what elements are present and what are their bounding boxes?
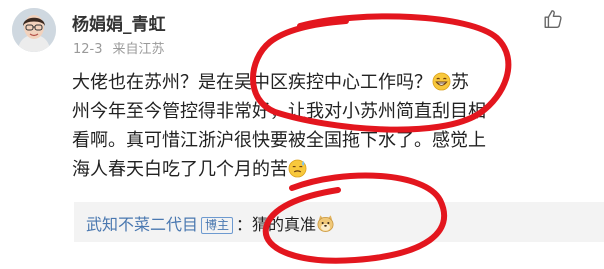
reply-text: 猜的真准	[252, 215, 317, 234]
comment-line-1: 大佬也在苏州？是在吴中区疾控中心工作吗？ 苏	[72, 72, 469, 93]
comment-date: 12-3	[73, 42, 103, 57]
comment-source: 来自江苏	[112, 42, 165, 57]
grin-emoji-icon	[432, 72, 451, 91]
comment-line-4: 海人春天白吃了几个月的苦	[72, 155, 582, 184]
like-icon[interactable]	[542, 8, 564, 30]
avatar-photo	[12, 8, 56, 52]
avatar[interactable]	[12, 8, 56, 52]
author-badge: 博主	[201, 217, 234, 234]
reply-author[interactable]: 武知不菜二代目	[86, 215, 198, 234]
comment-card: 杨娟娟_青虹 12-3 来自江苏 大佬也在苏州？是在吴中区疾控中心工作吗？ 苏 州…	[0, 0, 604, 269]
comment-line-3: 看啊。真可惜江浙沪很快要被全国拖下水了。感觉上	[72, 130, 486, 151]
comment-line-2: 州今年至今管控得非常好，让我对小苏州简直刮目相	[72, 101, 486, 122]
doge-emoji-icon	[317, 215, 334, 232]
username[interactable]: 杨娟娟_青虹	[72, 10, 166, 35]
reply-line: 武知不菜二代目 博主 ：猜的真准	[86, 211, 335, 235]
comment-text: 大佬也在苏州？是在吴中区疾控中心工作吗？ 苏 州今年至今管控得非常好，让我对小苏…	[72, 68, 582, 184]
comment-meta: 12-3 来自江苏	[73, 38, 165, 57]
reply-box[interactable]: 武知不菜二代目 博主 ：猜的真准	[74, 202, 604, 242]
sweat-emoji-icon	[288, 159, 307, 178]
reply-separator: ：	[236, 215, 253, 234]
